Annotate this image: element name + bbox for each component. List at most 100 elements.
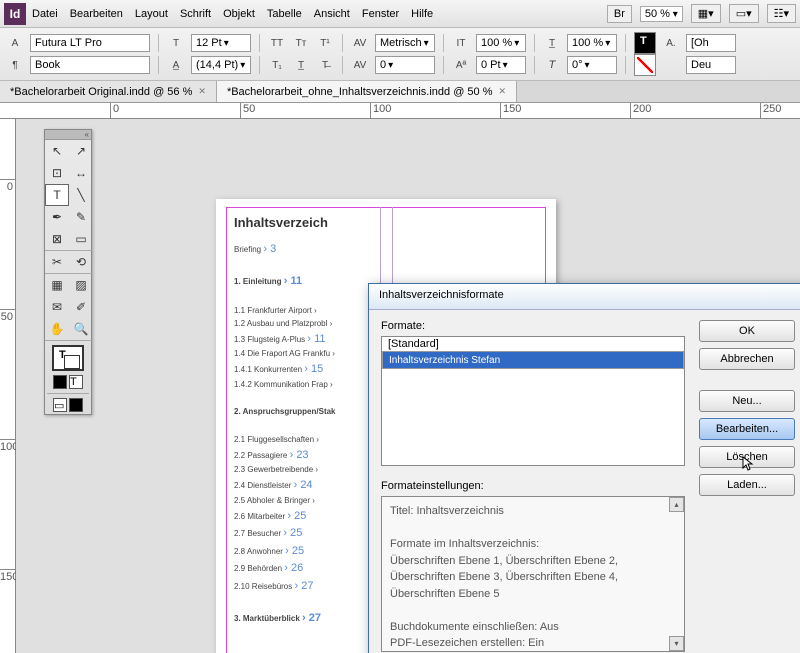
- dialog-title: Inhaltsverzeichnisformate: [369, 284, 800, 310]
- leading-select[interactable]: (14,4 Pt) ▾: [191, 56, 251, 74]
- hand-tool[interactable]: ✋: [45, 318, 69, 340]
- delete-button[interactable]: Löschen: [699, 446, 795, 468]
- rectangle-tool[interactable]: ▭: [69, 228, 93, 250]
- normal-view-icon[interactable]: ▭: [53, 398, 67, 412]
- menu-schrift[interactable]: Schrift: [180, 8, 211, 20]
- document-tab[interactable]: *Bachelorarbeit Original.indd @ 56 % ✕: [0, 81, 217, 102]
- load-button[interactable]: Laden...: [699, 474, 795, 496]
- transform-tool[interactable]: ⟲: [69, 251, 93, 273]
- lang-icon: [662, 56, 680, 74]
- scroll-down-icon[interactable]: ▾: [669, 636, 684, 651]
- apply-color-icon[interactable]: [53, 375, 67, 389]
- ok-button[interactable]: OK: [699, 320, 795, 342]
- menu-bearbeiten[interactable]: Bearbeiten: [70, 8, 123, 20]
- toc-formats-dialog: Inhaltsverzeichnisformate Formate: [Stan…: [368, 283, 800, 653]
- smallcaps-icon[interactable]: Tᴛ: [292, 34, 310, 52]
- zoom-select[interactable]: 50 % ▾: [640, 6, 683, 22]
- tools-panel: « ↖ ↗ ⊡ ↔ T ╲ ✒ ✎ ⊠ ▭ ✂ ⟲ ▦ ▨ ✉ ✐ ✋: [44, 129, 92, 415]
- menu-hilfe[interactable]: Hilfe: [411, 8, 433, 20]
- list-item[interactable]: Inhaltsverzeichnis Stefan: [382, 351, 684, 369]
- pencil-tool[interactable]: ✎: [69, 206, 93, 228]
- stroke-swatch[interactable]: [634, 54, 656, 76]
- app-icon: Id: [4, 3, 26, 25]
- panel-collapse-icon[interactable]: «: [45, 130, 91, 140]
- char-style-icon[interactable]: A.: [662, 34, 680, 52]
- font-size-select[interactable]: 12 Pt ▾: [191, 34, 251, 52]
- menu-ansicht[interactable]: Ansicht: [314, 8, 350, 20]
- formats-listbox[interactable]: [Standard]Inhaltsverzeichnis Stefan: [381, 336, 685, 466]
- hscale-icon: T̲: [543, 34, 561, 52]
- close-icon[interactable]: ✕: [198, 86, 206, 97]
- vscale-select[interactable]: 100 % ▾: [476, 34, 526, 52]
- note-tool[interactable]: ✉: [45, 296, 69, 318]
- toc-title: Inhaltsverzeich: [234, 213, 538, 233]
- canvas[interactable]: « ↖ ↗ ⊡ ↔ T ╲ ✒ ✎ ⊠ ▭ ✂ ⟲ ▦ ▨ ✉ ✐ ✋: [16, 119, 800, 653]
- vscale-icon: IT: [452, 34, 470, 52]
- new-button[interactable]: Neu...: [699, 390, 795, 412]
- settings-preview: ▴ ▾ Titel: Inhaltsverzeichnis Formate im…: [381, 496, 685, 652]
- control-bar: A Futura LT Pro T 12 Pt ▾ TT Tᴛ T¹ A͏V M…: [0, 28, 800, 81]
- char-format-icon[interactable]: A: [6, 34, 24, 52]
- allcaps-icon[interactable]: TT: [268, 34, 286, 52]
- superscript-icon[interactable]: T¹: [316, 34, 334, 52]
- baseline-select[interactable]: 0 Pt ▾: [476, 56, 526, 74]
- line-tool[interactable]: ╲: [69, 184, 93, 206]
- rectangle-frame-tool[interactable]: ⊠: [45, 228, 69, 250]
- menu-objekt[interactable]: Objekt: [223, 8, 255, 20]
- bridge-button[interactable]: Br: [607, 5, 632, 23]
- eyedropper-tool[interactable]: ✐: [69, 296, 93, 318]
- kerning-icon: A͏V: [351, 34, 369, 52]
- scroll-up-icon[interactable]: ▴: [669, 497, 684, 512]
- fill-swatch[interactable]: T: [634, 32, 656, 54]
- view-options-button[interactable]: ▦▾: [691, 4, 721, 23]
- document-tab[interactable]: *Bachelorarbeit_ohne_Inhaltsverzeichnis.…: [217, 81, 517, 102]
- tab-label: *Bachelorarbeit Original.indd @ 56 %: [10, 86, 192, 98]
- horizontal-ruler: 050100150200250: [0, 103, 800, 119]
- toc-line: Briefing › 3: [234, 241, 538, 258]
- menu-tabelle[interactable]: Tabelle: [267, 8, 302, 20]
- tab-label: *Bachelorarbeit_ohne_Inhaltsverzeichnis.…: [227, 86, 493, 98]
- subscript-icon[interactable]: T₁: [268, 56, 286, 74]
- menu-layout[interactable]: Layout: [135, 8, 168, 20]
- pen-tool[interactable]: ✒: [45, 206, 69, 228]
- selection-tool[interactable]: ↖: [45, 140, 69, 162]
- menu-fenster[interactable]: Fenster: [362, 8, 399, 20]
- cancel-button[interactable]: Abbrechen: [699, 348, 795, 370]
- font-style-select[interactable]: Book: [30, 56, 150, 74]
- char-style-select[interactable]: [Oh: [686, 34, 736, 52]
- gap-tool[interactable]: ↔: [69, 162, 93, 184]
- tracking-select[interactable]: 0 ▾: [375, 56, 435, 74]
- page-tool[interactable]: ⊡: [45, 162, 69, 184]
- zoom-tool[interactable]: 🔍: [69, 318, 93, 340]
- vertical-ruler: 050100150: [0, 119, 16, 653]
- font-size-icon: T: [167, 34, 185, 52]
- document-tabs: *Bachelorarbeit Original.indd @ 56 %✕*Ba…: [0, 81, 800, 103]
- language-select[interactable]: Deu: [686, 56, 736, 74]
- edit-button[interactable]: Bearbeiten...: [699, 418, 795, 440]
- list-item[interactable]: [Standard]: [382, 337, 684, 351]
- fill-stroke-swatch[interactable]: T: [52, 345, 84, 371]
- direct-selection-tool[interactable]: ↗: [69, 140, 93, 162]
- kerning-select[interactable]: Metrisch ▾: [375, 34, 435, 52]
- gradient-feather-tool[interactable]: ▨: [69, 274, 93, 296]
- hscale-select[interactable]: 100 % ▾: [567, 34, 617, 52]
- para-format-icon[interactable]: ¶: [6, 56, 24, 74]
- tracking-icon: AV: [351, 56, 369, 74]
- strikethrough-icon[interactable]: T̶: [316, 56, 334, 74]
- formats-label: Formate:: [381, 320, 685, 332]
- close-icon[interactable]: ✕: [499, 86, 507, 97]
- leading-icon: A̲: [167, 56, 185, 74]
- gradient-tool[interactable]: ▦: [45, 274, 69, 296]
- scissors-tool[interactable]: ✂: [45, 251, 69, 273]
- workspace: 050100150 « ↖ ↗ ⊡ ↔ T ╲ ✒ ✎ ⊠ ▭ ✂ ⟲ ▦ ▨: [0, 119, 800, 653]
- font-family-select[interactable]: Futura LT Pro: [30, 34, 150, 52]
- underline-icon[interactable]: T̲: [292, 56, 310, 74]
- titlebar: Id Datei Bearbeiten Layout Schrift Objekt Tab…: [0, 0, 800, 28]
- preview-view-icon[interactable]: [69, 398, 83, 412]
- type-tool[interactable]: T: [45, 184, 69, 206]
- menu-datei[interactable]: Datei: [32, 8, 58, 20]
- arrange-button[interactable]: ☷▾: [767, 4, 796, 23]
- skew-select[interactable]: 0° ▾: [567, 56, 617, 74]
- format-container-icon[interactable]: T: [69, 375, 83, 389]
- screen-mode-button[interactable]: ▭▾: [729, 4, 759, 23]
